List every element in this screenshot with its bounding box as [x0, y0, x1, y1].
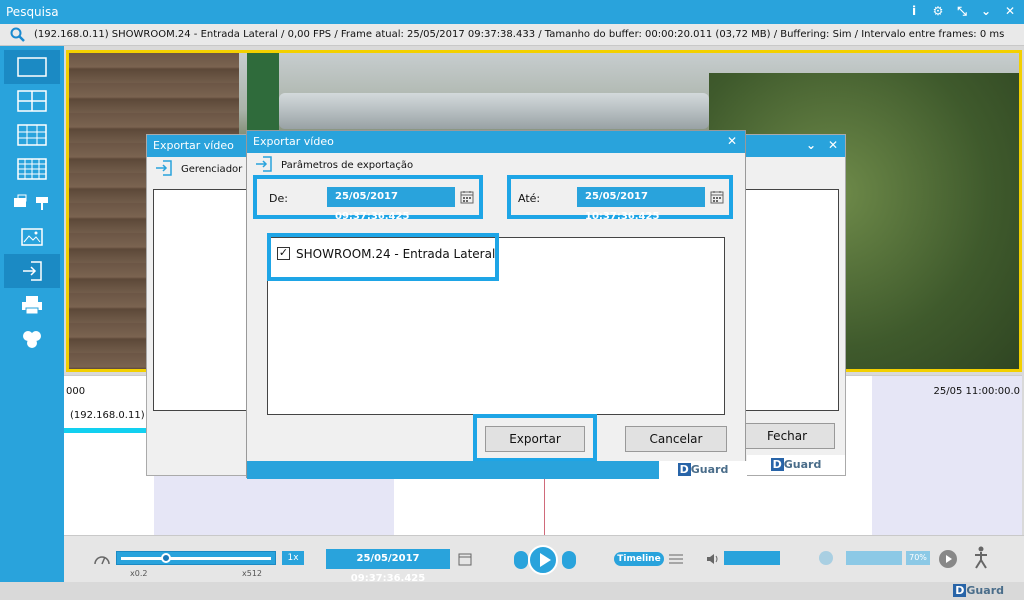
timeline-settings-icon[interactable] [668, 552, 684, 566]
timeline-row-label: (192.168.0.11) S [70, 410, 155, 421]
export-icon [156, 160, 172, 176]
speed-slider[interactable] [116, 551, 276, 565]
dguard-logo: D Guard [659, 461, 747, 479]
close-icon[interactable]: ✕ [727, 134, 737, 148]
close-icon[interactable]: ✕ [1002, 3, 1018, 19]
back-dialog-close-icon[interactable]: ✕ [828, 138, 838, 152]
export-video-dialog: Exportar vídeo ✕ Parâmetros de exportaçã… [246, 130, 747, 479]
from-label: De: [269, 192, 288, 205]
speedometer-icon [94, 556, 110, 565]
export-dialog-header: Exportar vídeo ✕ [247, 131, 745, 153]
dguard-logo: D Guard [953, 584, 1004, 597]
from-date-input[interactable]: 25/05/2017 09:37:36.425 [327, 187, 455, 222]
export-icon [256, 156, 272, 172]
motion-icon[interactable] [972, 546, 990, 570]
camera-checkbox[interactable]: ✓ [277, 247, 290, 260]
video-parking-lot [279, 93, 709, 129]
layout-16-icon[interactable] [4, 152, 60, 186]
dguard-logo: D Guard [747, 455, 845, 475]
speed-slider-track [121, 557, 271, 560]
dguard-logo-text: Guard [966, 584, 1004, 597]
export-button[interactable]: Exportar [485, 426, 585, 452]
minimize-icon[interactable]: ⌄ [978, 3, 994, 19]
calendar-icon[interactable] [460, 190, 474, 204]
export-manager-title: Exportar vídeo [153, 139, 234, 152]
close-button[interactable]: Fechar [739, 423, 835, 449]
previous-frame-button[interactable] [514, 551, 528, 569]
volume-icon[interactable] [706, 552, 720, 566]
layout-4-icon[interactable] [4, 84, 60, 118]
print-icon[interactable] [4, 288, 60, 322]
export-icon[interactable] [4, 254, 60, 288]
window-title: Pesquisa [6, 5, 59, 19]
play-circle-icon[interactable] [938, 549, 958, 569]
dguard-logo-text: Guard [783, 458, 822, 471]
play-button[interactable] [528, 545, 558, 575]
sidebar [0, 46, 64, 582]
zoom-slider[interactable] [846, 551, 902, 565]
speed-value[interactable]: 1x [282, 551, 304, 565]
timeline-toggle[interactable]: Timeline [614, 552, 664, 566]
volume-slider[interactable] [724, 551, 780, 565]
info-bar: (192.168.0.11) SHOWROOM.24 - Entrada Lat… [0, 24, 1024, 46]
restore-icon[interactable]: ⤡ [954, 3, 970, 19]
next-frame-button[interactable] [562, 551, 576, 569]
timeline-right-label: 25/05 11:00:00.0 [933, 386, 1020, 397]
playback-controls: x0.2 x512 1x 25/05/2017 09:37:36.425 Tim… [64, 535, 1024, 584]
back-dialog-minimize-icon[interactable]: ⌄ [806, 138, 816, 152]
status-bar: D Guard [0, 582, 1024, 600]
speed-max-label: x512 [242, 569, 263, 578]
export-dialog-title: Exportar vídeo [253, 135, 334, 148]
timeline-cursor[interactable] [544, 476, 545, 536]
to-label: Até: [518, 192, 541, 205]
title-bar: Pesquisa i ⚙ ⤡ ⌄ ✕ [0, 0, 1024, 24]
to-date-input[interactable]: 25/05/2017 10:37:36.425 [577, 187, 705, 222]
image-icon[interactable] [4, 220, 60, 254]
speed-slider-knob[interactable] [161, 553, 171, 563]
stream-info-text: (192.168.0.11) SHOWROOM.24 - Entrada Lat… [34, 29, 1005, 40]
dguard-logo-text: Guard [690, 463, 729, 476]
zoom-percent: 70% [906, 551, 930, 565]
info-icon[interactable]: i [906, 3, 922, 19]
cancel-button[interactable]: Cancelar [625, 426, 727, 452]
search-icon[interactable] [10, 27, 26, 43]
playback-date[interactable]: 25/05/2017 09:37:36.425 [326, 549, 450, 584]
gear-icon[interactable]: ⚙ [930, 3, 946, 19]
export-params-subtitle: Parâmetros de exportação [281, 160, 414, 171]
timeline-band-3 [872, 376, 1022, 536]
video-pole [247, 53, 279, 133]
fast-forward-icon[interactable] [816, 550, 836, 566]
calendar-icon[interactable] [710, 190, 724, 204]
speed-min-label: x0.2 [130, 569, 148, 578]
cameras-icon[interactable] [4, 186, 60, 220]
layout-1-icon[interactable] [4, 50, 60, 84]
timeline-recording-bar [64, 428, 146, 433]
group-icon[interactable] [4, 322, 60, 356]
layout-9-icon[interactable] [4, 118, 60, 152]
calendar-icon[interactable] [458, 552, 472, 566]
camera-checkbox-label[interactable]: SHOWROOM.24 - Entrada Lateral [296, 247, 495, 261]
timeline-left-label: 000 [66, 386, 86, 397]
